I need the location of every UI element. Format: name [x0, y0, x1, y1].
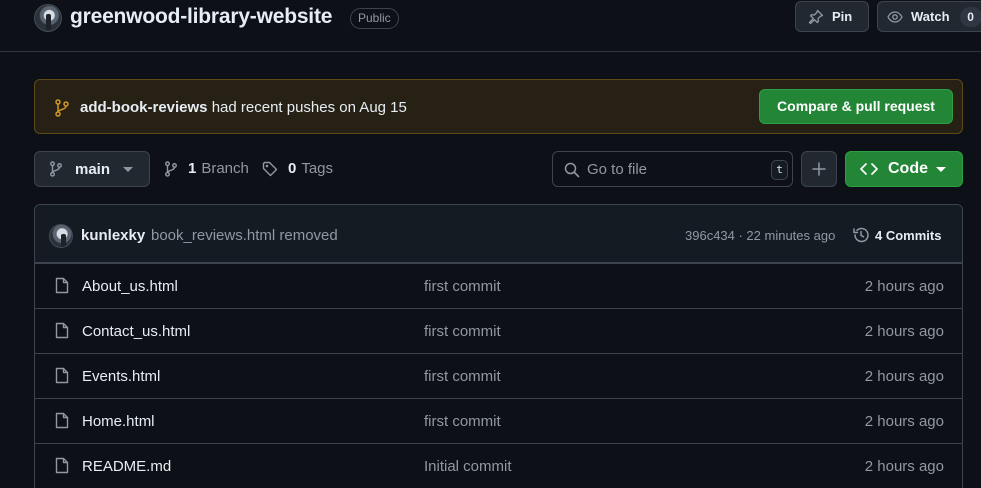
file-name-link[interactable]: Contact_us.html — [82, 323, 190, 340]
owner-avatar[interactable] — [34, 4, 62, 32]
file-name-link[interactable]: Events.html — [82, 368, 160, 385]
current-branch-name: main — [75, 160, 111, 178]
code-button-label: Code — [888, 160, 928, 177]
latest-commit-bar: kunlexky book_reviews.html removed 396c4… — [35, 205, 962, 263]
compare-pull-request-button[interactable]: Compare & pull request — [759, 89, 953, 124]
add-file-button[interactable] — [801, 151, 837, 187]
recent-push-message: add-book-reviews had recent pushes on Au… — [80, 99, 407, 116]
plus-icon — [812, 162, 826, 176]
git-branch-icon — [165, 160, 177, 177]
file-name-link[interactable]: README.md — [82, 458, 171, 475]
file-commit-message[interactable]: Initial commit — [424, 458, 512, 475]
tags-link[interactable]: 0 Tags — [262, 160, 333, 177]
file-updated-time: 2 hours ago — [864, 368, 944, 385]
pushed-branch-name[interactable]: add-book-reviews — [80, 99, 208, 116]
caret-down-icon — [123, 167, 133, 172]
file-commit-message[interactable]: first commit — [424, 368, 501, 385]
repo-name-link[interactable]: greenwood-library-website — [70, 5, 332, 29]
history-icon — [853, 227, 869, 243]
file-name-link[interactable]: Home.html — [82, 413, 155, 430]
file-row[interactable]: About_us.html first commit 2 hours ago — [35, 263, 962, 308]
pin-button[interactable]: Pin — [795, 1, 869, 32]
pin-icon — [808, 9, 824, 24]
file-icon — [55, 412, 69, 429]
eye-icon — [887, 10, 903, 23]
file-row[interactable]: Home.html first commit 2 hours ago — [35, 398, 962, 443]
watch-label: Watch — [911, 9, 950, 24]
pin-label: Pin — [832, 9, 853, 24]
file-name-link[interactable]: About_us.html — [82, 278, 178, 295]
commits-history-link[interactable]: 4 Commits — [852, 226, 941, 244]
commit-hash-time[interactable]: 396c434 · 22 minutes ago — [685, 228, 835, 243]
file-icon — [55, 322, 69, 339]
file-icon — [55, 457, 69, 474]
file-updated-time: 2 hours ago — [864, 278, 944, 295]
file-row[interactable]: Events.html first commit 2 hours ago — [35, 353, 962, 398]
git-branch-icon — [50, 161, 62, 177]
branch-label: Branch — [201, 160, 249, 177]
commit-message[interactable]: book_reviews.html removed — [151, 227, 338, 244]
file-row[interactable]: Contact_us.html first commit 2 hours ago — [35, 308, 962, 353]
file-icon — [55, 367, 69, 384]
code-button[interactable]: Code — [845, 151, 963, 187]
file-updated-time: 2 hours ago — [864, 458, 944, 475]
file-icon — [55, 277, 69, 294]
repo-header: greenwood-library-website Public Pin Wat… — [0, 0, 981, 52]
watch-count: 0 — [959, 6, 981, 27]
visibility-badge: Public — [350, 8, 399, 29]
go-to-file-box: t — [552, 151, 793, 187]
commit-author-avatar[interactable] — [49, 224, 73, 248]
code-icon — [860, 163, 878, 175]
branches-link[interactable]: 1 Branch — [164, 160, 249, 177]
file-updated-time: 2 hours ago — [864, 413, 944, 430]
git-branch-icon — [55, 99, 69, 117]
tag-count: 0 — [288, 160, 297, 177]
tag-label: Tags — [301, 160, 334, 177]
file-table: kunlexky book_reviews.html removed 396c4… — [34, 204, 963, 488]
watch-button[interactable]: Watch 0 — [877, 1, 981, 32]
branch-count: 1 — [188, 160, 197, 177]
caret-down-icon — [936, 167, 946, 172]
push-message-suffix: had recent pushes on Aug 15 — [207, 99, 407, 116]
commits-count-label: 4 Commits — [875, 227, 942, 243]
commit-author[interactable]: kunlexky — [81, 227, 145, 244]
go-to-file-input[interactable] — [587, 159, 757, 179]
branch-selector[interactable]: main — [34, 151, 150, 187]
go-to-file-shortcut: t — [771, 160, 788, 180]
file-commit-message[interactable]: first commit — [424, 278, 501, 295]
file-commit-message[interactable]: first commit — [424, 413, 501, 430]
tag-icon — [262, 161, 278, 176]
file-commit-message[interactable]: first commit — [424, 323, 501, 340]
file-updated-time: 2 hours ago — [864, 323, 944, 340]
file-row[interactable]: README.md Initial commit 2 hours ago — [35, 443, 962, 488]
recent-push-banner: add-book-reviews had recent pushes on Au… — [34, 79, 963, 134]
search-icon — [564, 162, 580, 178]
